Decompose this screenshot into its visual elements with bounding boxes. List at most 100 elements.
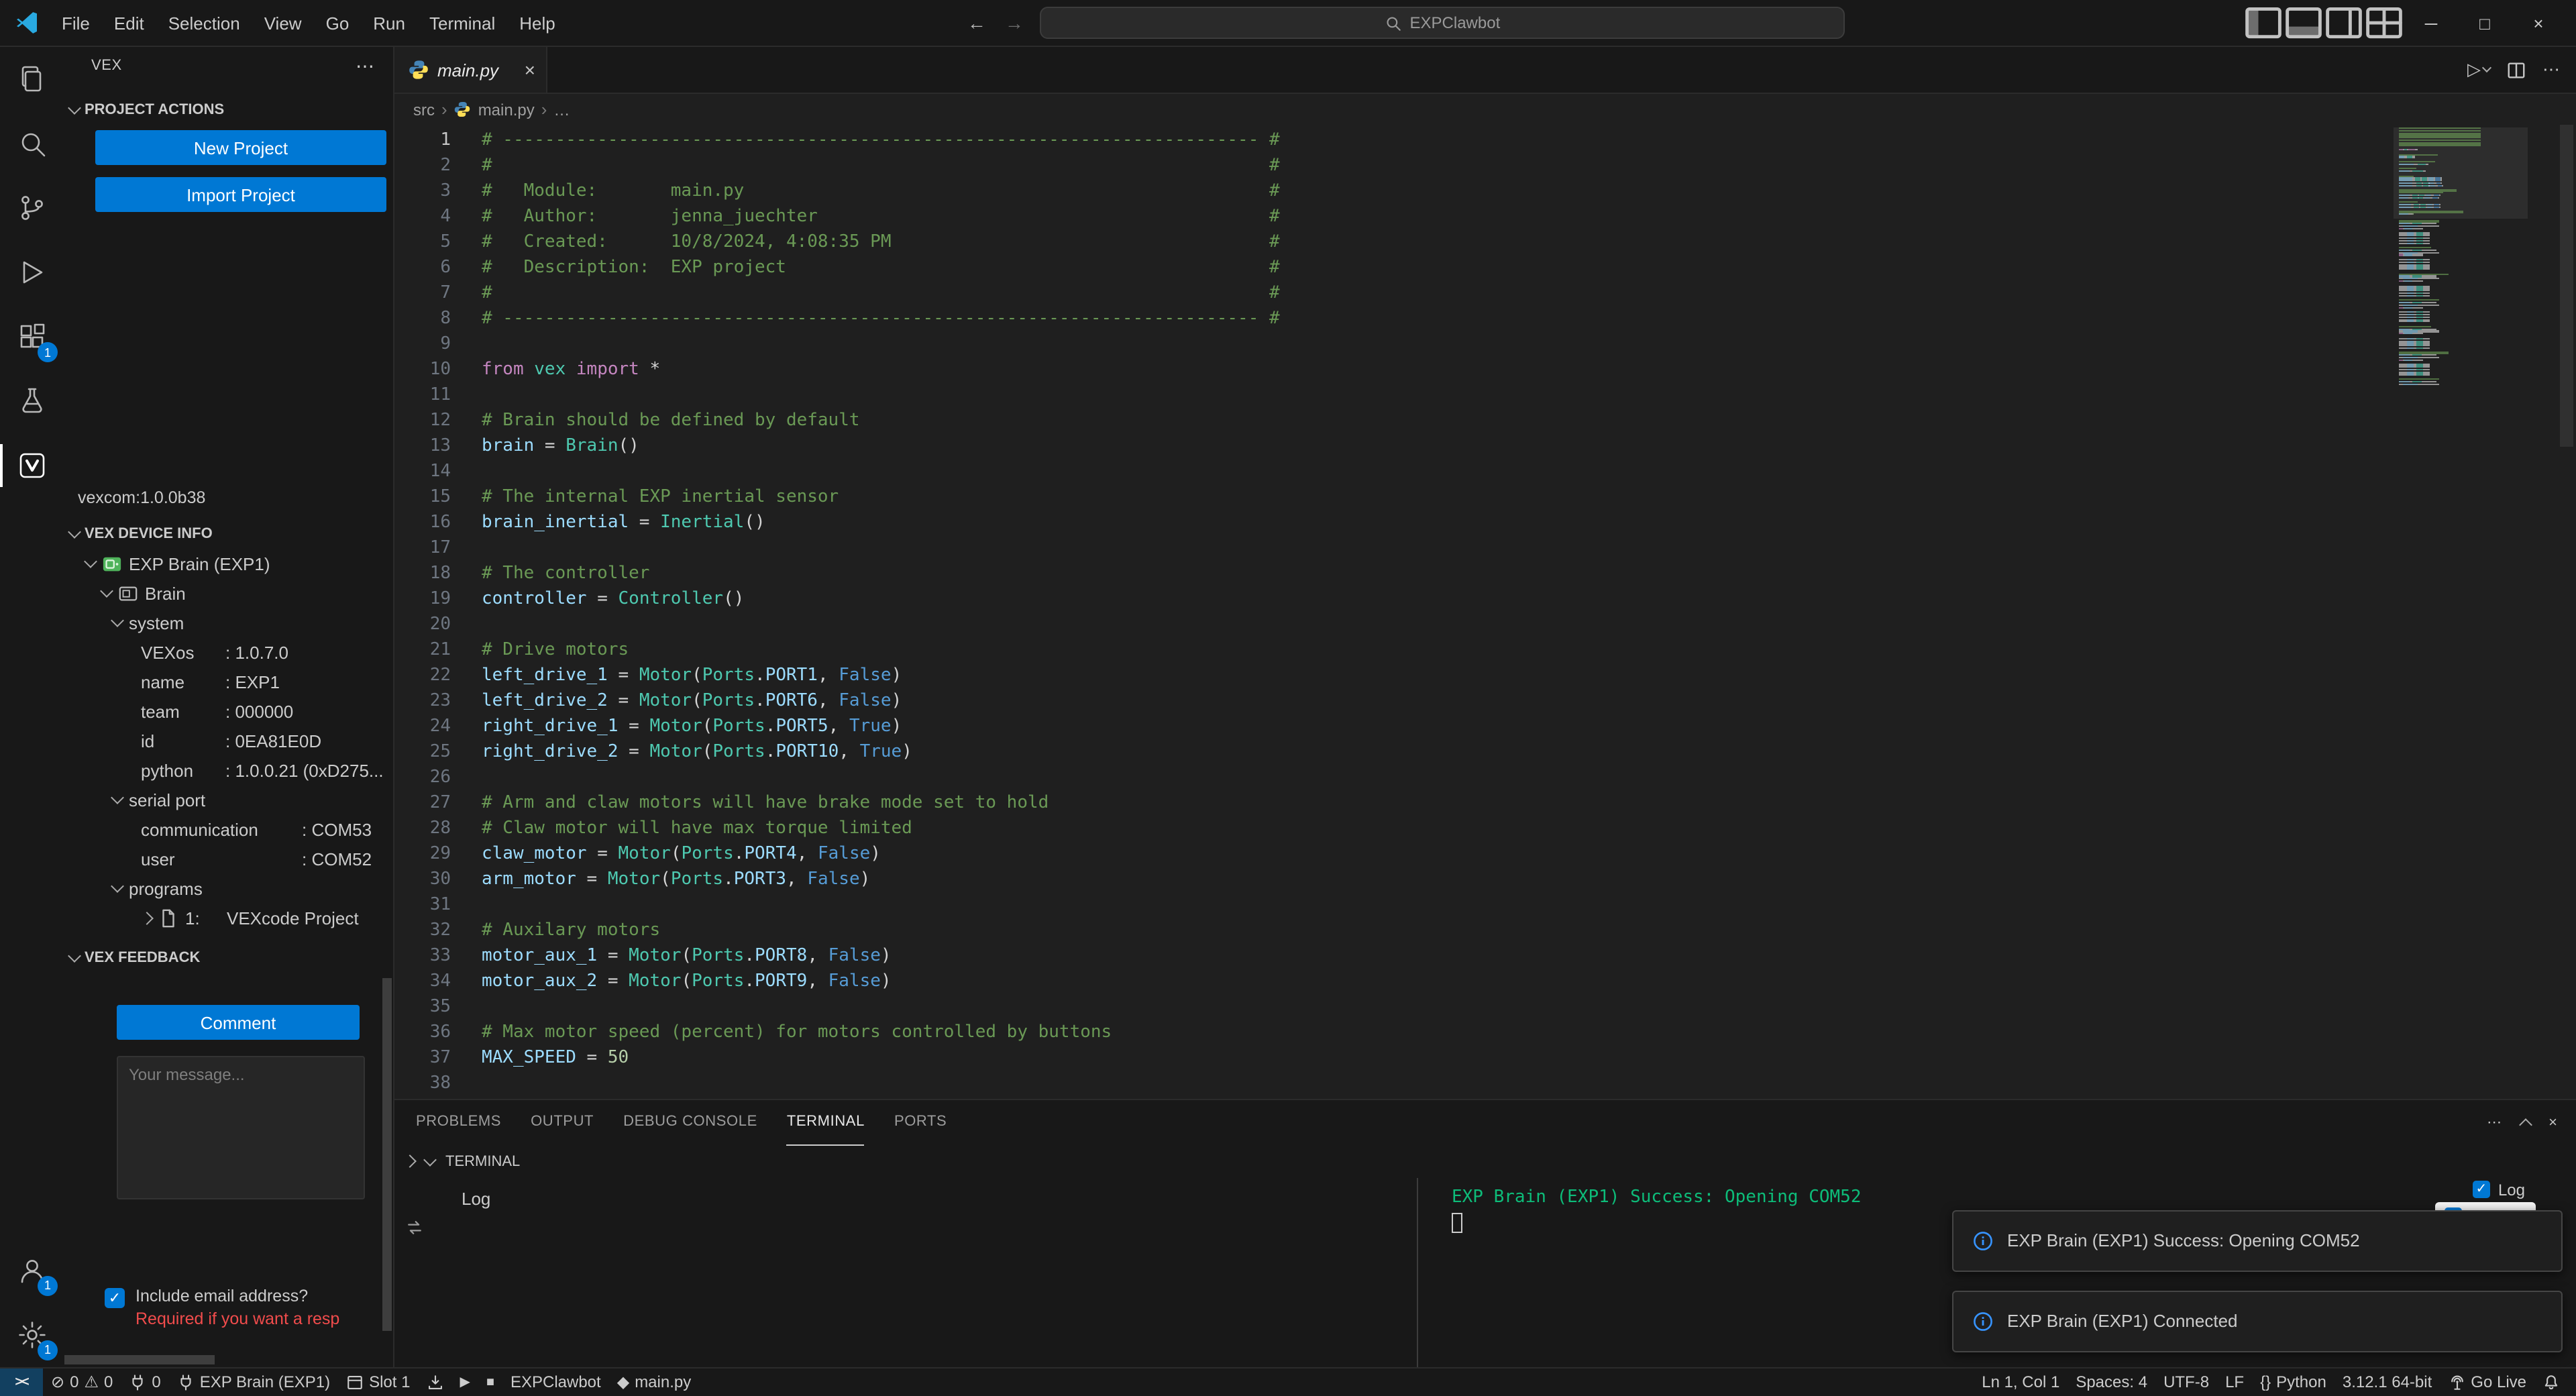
line-number[interactable]: 6 xyxy=(394,255,451,280)
command-center-search[interactable]: EXPClawbot xyxy=(1040,7,1845,39)
indentation[interactable]: Spaces: 4 xyxy=(2068,1368,2155,1396)
checkbox-checked-icon[interactable]: ✓ xyxy=(2473,1181,2490,1198)
code-line[interactable]: right_drive_1 = Motor(Ports.PORT5, True) xyxy=(482,714,2361,739)
line-number[interactable]: 26 xyxy=(394,765,451,790)
line-number[interactable]: 16 xyxy=(394,510,451,535)
maximize-button[interactable]: □ xyxy=(2458,0,2512,46)
ports-status[interactable]: 0 xyxy=(121,1368,168,1396)
activity-testing[interactable] xyxy=(0,369,64,433)
tree-item-user[interactable]: user : COM52 xyxy=(64,844,393,873)
code-line[interactable]: arm_motor = Motor(Ports.PORT3, False) xyxy=(482,867,2361,892)
code-line[interactable] xyxy=(482,765,2361,790)
breadcrumb-symbol[interactable]: … xyxy=(553,100,570,119)
line-number[interactable]: 19 xyxy=(394,586,451,612)
encoding[interactable]: UTF-8 xyxy=(2155,1368,2217,1396)
line-numbers[interactable]: 1234567891011121314151617181920212223242… xyxy=(394,127,451,1096)
activity-extensions[interactable]: 1 xyxy=(0,305,64,369)
comment-button[interactable]: Comment xyxy=(117,1005,360,1040)
maximize-panel-icon[interactable] xyxy=(2518,1118,2532,1131)
line-number[interactable]: 28 xyxy=(394,816,451,841)
line-number[interactable]: 20 xyxy=(394,612,451,637)
download-button[interactable] xyxy=(418,1368,451,1396)
editor-scrollbar[interactable] xyxy=(2557,125,2576,1098)
split-editor-icon[interactable] xyxy=(2506,60,2526,80)
eol-indicator[interactable]: LF xyxy=(2217,1368,2252,1396)
line-number[interactable]: 3 xyxy=(394,178,451,204)
panel-tab-ports[interactable]: PORTS xyxy=(894,1099,947,1145)
minimize-button[interactable]: ─ xyxy=(2404,0,2458,46)
tree-item-communication[interactable]: communication : COM53 xyxy=(64,814,393,844)
activity-account[interactable]: 1 xyxy=(0,1238,64,1302)
log-checkbox[interactable]: ✓ Log xyxy=(2473,1180,2525,1199)
menu-help[interactable]: Help xyxy=(508,10,566,36)
code-line[interactable]: claw_motor = Motor(Ports.PORT4, False) xyxy=(482,841,2361,867)
line-number[interactable]: 9 xyxy=(394,331,451,357)
line-number[interactable]: 30 xyxy=(394,867,451,892)
breadcrumb-src[interactable]: src xyxy=(413,100,435,119)
code-line[interactable]: left_drive_2 = Motor(Ports.PORT6, False) xyxy=(482,688,2361,714)
python-interpreter[interactable]: 3.12.1 64-bit xyxy=(2334,1368,2440,1396)
tree-item-brain[interactable]: Brain xyxy=(64,578,393,608)
line-number[interactable]: 10 xyxy=(394,357,451,382)
terminal-section-header[interactable]: TERMINAL xyxy=(394,1145,2576,1177)
section-vex-feedback[interactable]: VEX FEEDBACK xyxy=(64,943,393,973)
menu-run[interactable]: Run xyxy=(362,10,416,36)
code-line[interactable]: # Description: EXP project # xyxy=(482,255,2361,280)
line-number[interactable]: 34 xyxy=(394,969,451,994)
line-number[interactable]: 31 xyxy=(394,892,451,918)
notification-connected[interactable]: EXP Brain (EXP1) Connected xyxy=(1952,1290,2563,1352)
line-number[interactable]: 21 xyxy=(394,637,451,663)
customize-layout-icon[interactable] xyxy=(2364,5,2404,40)
tree-item-python[interactable]: python : 1.0.0.21 (0xD275... xyxy=(64,755,393,785)
line-number[interactable]: 15 xyxy=(394,484,451,510)
code-line[interactable]: controller = Controller() xyxy=(482,586,2361,612)
panel-tab-terminal[interactable]: TERMINAL xyxy=(787,1099,865,1145)
active-program[interactable]: ◆ main.py xyxy=(609,1368,700,1396)
feedback-message-input[interactable] xyxy=(117,1056,365,1199)
line-number[interactable]: 13 xyxy=(394,433,451,459)
tree-item-exp-brain[interactable]: EXP Brain (EXP1) xyxy=(64,549,393,578)
menu-selection[interactable]: Selection xyxy=(158,10,251,36)
line-number[interactable]: 5 xyxy=(394,229,451,255)
toggle-secondary-sidebar-icon[interactable] xyxy=(2324,5,2364,40)
project-name[interactable]: EXPClawbot xyxy=(502,1368,609,1396)
code-line[interactable]: # Max motor speed (percent) for motors c… xyxy=(482,1020,2361,1045)
line-number[interactable]: 37 xyxy=(394,1045,451,1071)
import-project-button[interactable]: Import Project xyxy=(95,177,386,212)
code-line[interactable]: # Brain should be defined by default xyxy=(482,408,2361,433)
code-line[interactable]: # # xyxy=(482,153,2361,178)
tree-item-team[interactable]: team : 000000 xyxy=(64,696,393,726)
slot-status[interactable]: Slot 1 xyxy=(338,1368,418,1396)
notifications-bell[interactable] xyxy=(2534,1368,2568,1396)
code-line[interactable]: # Auxilary motors xyxy=(482,918,2361,943)
line-number[interactable]: 4 xyxy=(394,204,451,229)
sidebar-vertical-scrollbar[interactable] xyxy=(382,978,392,1331)
panel-tab-problems[interactable]: PROBLEMS xyxy=(416,1099,501,1145)
panel-more-actions-icon[interactable]: ⋯ xyxy=(2487,1114,2502,1131)
line-number[interactable]: 35 xyxy=(394,994,451,1020)
panel-tab-output[interactable]: OUTPUT xyxy=(531,1099,594,1145)
code-line[interactable]: motor_aux_2 = Motor(Ports.PORT9, False) xyxy=(482,969,2361,994)
line-number[interactable]: 25 xyxy=(394,739,451,765)
activity-source-control[interactable] xyxy=(0,176,64,240)
code-line[interactable]: right_drive_2 = Motor(Ports.PORT10, True… xyxy=(482,739,2361,765)
section-project-actions[interactable]: PROJECT ACTIONS xyxy=(64,95,393,125)
vex-monitor-pane[interactable]: Log xyxy=(394,1177,1417,1366)
line-number[interactable]: 11 xyxy=(394,382,451,408)
tree-item-id[interactable]: id : 0EA81E0D xyxy=(64,726,393,755)
tree-item-name[interactable]: name : EXP1 xyxy=(64,667,393,696)
close-button[interactable]: × xyxy=(2512,0,2565,46)
breadcrumb[interactable]: src › main.py › … xyxy=(394,94,2576,125)
line-number[interactable]: 18 xyxy=(394,561,451,586)
activity-run-debug[interactable] xyxy=(0,240,64,305)
activity-vex[interactable] xyxy=(0,433,64,498)
code-line[interactable] xyxy=(482,892,2361,918)
code-line[interactable]: MAX_SPEED = 50 xyxy=(482,1045,2361,1071)
line-number[interactable]: 33 xyxy=(394,943,451,969)
tree-item-programs[interactable]: programs xyxy=(64,873,393,903)
activity-search[interactable] xyxy=(0,111,64,176)
include-email-checkbox[interactable]: ✓ xyxy=(105,1288,125,1308)
cursor-position[interactable]: Ln 1, Col 1 xyxy=(1974,1368,2068,1396)
line-number[interactable]: 14 xyxy=(394,459,451,484)
tree-item-program-1[interactable]: 1: VEXcode Project xyxy=(64,903,393,932)
